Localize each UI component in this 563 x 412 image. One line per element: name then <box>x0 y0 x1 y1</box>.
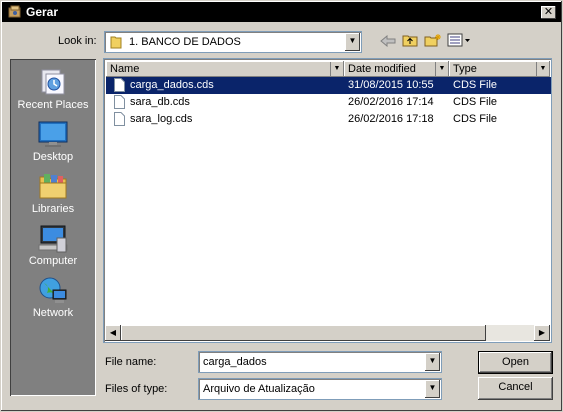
file-type: CDS File <box>453 79 498 91</box>
open-button[interactable]: Open <box>478 351 553 374</box>
look-in-value: 1. BANCO DE DADOS <box>129 36 241 48</box>
file-icon <box>114 95 125 109</box>
file-name-label: File name: <box>105 356 157 368</box>
scroll-right-icon[interactable]: ▶ <box>534 325 550 341</box>
places-bar: Recent Places Desktop Libraries Computer <box>10 59 96 396</box>
file-type-dropdown[interactable]: Arquivo de Atualização ▼ <box>198 378 442 400</box>
up-folder-icon[interactable] <box>400 33 420 51</box>
place-label: Computer <box>28 255 78 267</box>
chevron-down-icon[interactable]: ▼ <box>536 62 549 76</box>
file-type-label: Files of type: <box>105 383 168 395</box>
file-date: 31/08/2015 10:55 <box>348 79 434 91</box>
file-type: CDS File <box>453 113 498 125</box>
scroll-left-icon[interactable]: ◀ <box>105 325 121 341</box>
file-name-input[interactable]: carga_dados ▼ <box>198 351 442 373</box>
place-label: Libraries <box>31 203 75 215</box>
chevron-down-icon[interactable]: ▼ <box>425 380 440 398</box>
chevron-down-icon[interactable]: ▼ <box>425 353 440 371</box>
cancel-button[interactable]: Cancel <box>478 377 553 400</box>
column-header-date[interactable]: Date modified ▼ <box>344 61 449 77</box>
look-in-dropdown[interactable]: 1. BANCO DE DADOS ▼ <box>104 31 362 53</box>
file-name: carga_dados.cds <box>130 79 214 91</box>
chevron-down-icon[interactable]: ▼ <box>330 62 343 76</box>
file-list[interactable]: Name ▼ Date modified ▼ Type ▼ carga_dado… <box>103 58 552 343</box>
file-date: 26/02/2016 17:18 <box>348 113 434 125</box>
chevron-down-icon[interactable]: ▼ <box>435 62 448 76</box>
chevron-down-icon[interactable]: ▼ <box>345 33 360 51</box>
horizontal-scrollbar[interactable]: ◀ ▶ <box>105 325 550 341</box>
view-menu-icon[interactable] <box>447 33 471 51</box>
file-icon <box>114 78 125 92</box>
file-name-value: carga_dados <box>203 356 267 368</box>
file-type-value: Arquivo de Atualização <box>203 383 315 395</box>
libraries-icon <box>39 174 67 199</box>
file-name: sara_db.cds <box>130 96 190 108</box>
place-desktop[interactable]: Desktop <box>10 119 96 163</box>
file-row[interactable]: carga_dados.cds 31/08/2015 10:55 CDS Fil… <box>106 77 551 94</box>
column-header-type[interactable]: Type ▼ <box>449 61 550 77</box>
file-row[interactable]: sara_log.cds 26/02/2016 17:18 CDS File <box>106 111 551 128</box>
column-header-name[interactable]: Name ▼ <box>106 61 344 77</box>
place-network[interactable]: Network <box>10 275 96 319</box>
back-arrow-icon[interactable] <box>378 33 398 51</box>
place-label: Desktop <box>32 151 74 163</box>
file-date: 26/02/2016 17:14 <box>348 96 434 108</box>
file-icon <box>114 112 125 126</box>
new-folder-icon[interactable] <box>423 33 443 51</box>
look-in-label: Look in: <box>58 35 97 47</box>
place-libraries[interactable]: Libraries <box>10 171 96 215</box>
scroll-thumb[interactable] <box>121 325 486 341</box>
title-bar[interactable]: Gerar ✕ <box>2 2 561 22</box>
place-recent-places[interactable]: Recent Places <box>10 67 96 111</box>
network-icon <box>39 277 67 303</box>
window-title: Gerar <box>26 5 59 19</box>
recent-places-icon <box>41 69 65 95</box>
computer-icon <box>38 225 68 253</box>
close-button[interactable]: ✕ <box>541 6 556 19</box>
place-label: Recent Places <box>17 99 89 111</box>
file-name: sara_log.cds <box>130 113 193 125</box>
file-type: CDS File <box>453 96 498 108</box>
place-computer[interactable]: Computer <box>10 223 96 267</box>
desktop-icon <box>38 121 68 147</box>
place-label: Network <box>32 307 74 319</box>
app-icon <box>8 5 21 18</box>
close-icon: ✕ <box>543 6 554 18</box>
folder-icon <box>110 36 122 49</box>
file-row[interactable]: sara_db.cds 26/02/2016 17:14 CDS File <box>106 94 551 111</box>
